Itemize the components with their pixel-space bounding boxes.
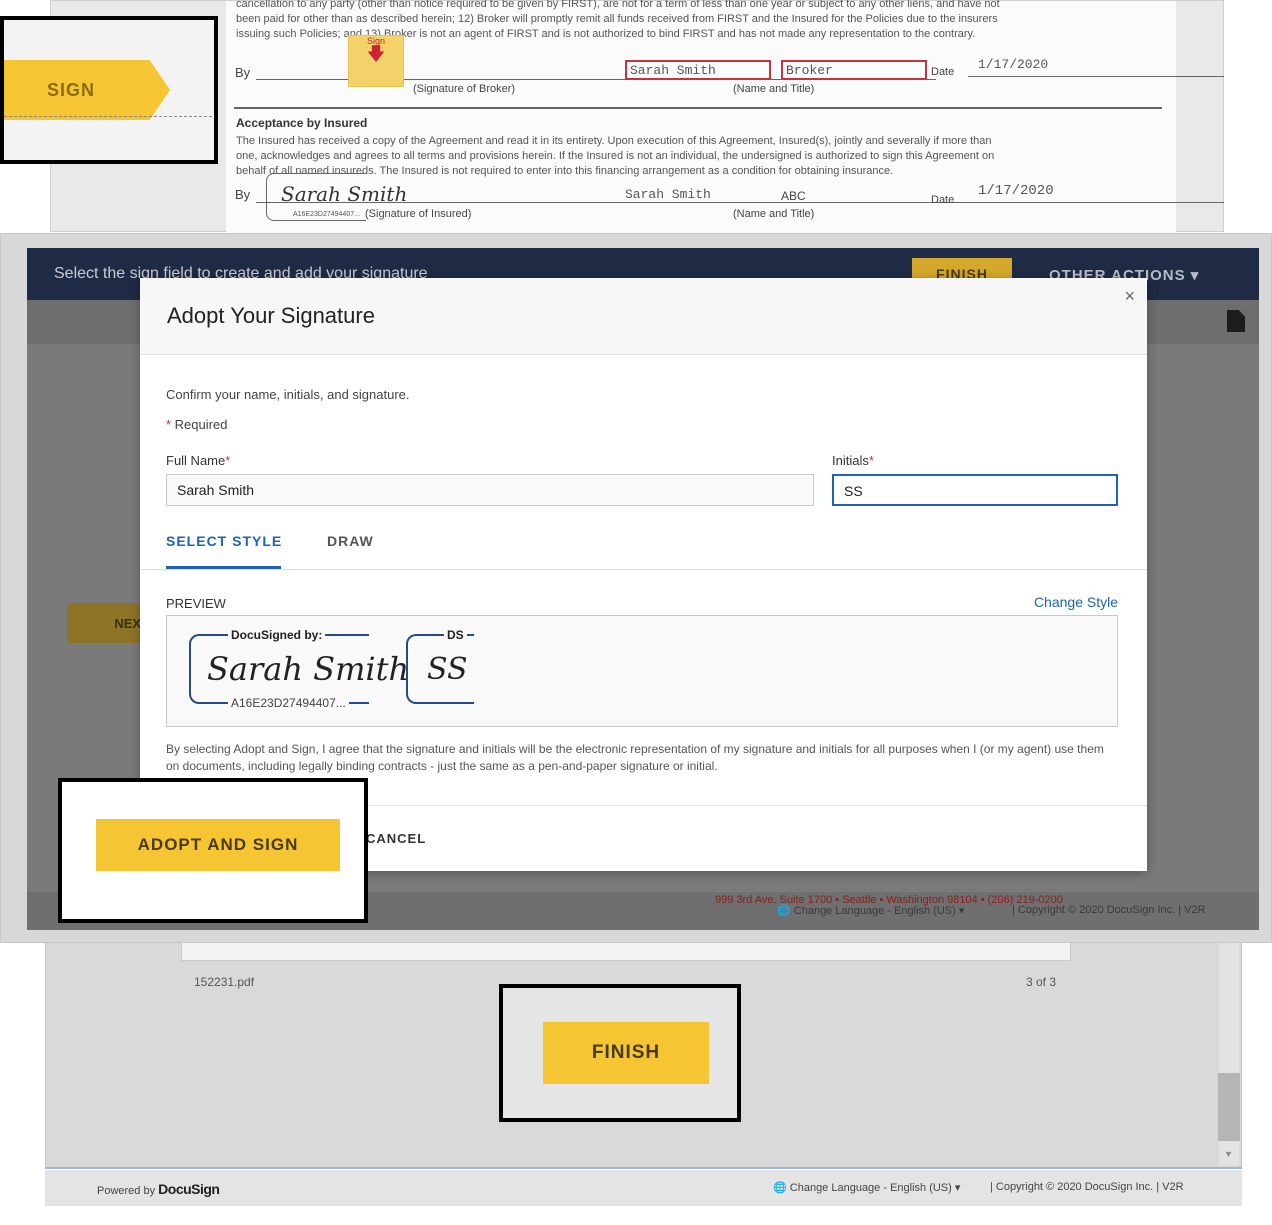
broker-name: Sarah Smith	[630, 63, 716, 78]
tab-divider	[140, 569, 1147, 570]
insured-date: 1/17/2020	[978, 183, 1054, 199]
sign-here-tag[interactable]: Sign 🡇	[348, 35, 404, 87]
adopt-and-sign-button[interactable]: ADOPT AND SIGN	[96, 819, 340, 871]
name-field[interactable]: Sarah Smith	[625, 60, 771, 80]
by-label-insured: By	[235, 187, 251, 202]
finish-button[interactable]: FINISH	[543, 1022, 709, 1084]
legal-line: been paid for other than as described he…	[236, 13, 998, 25]
page-counter: 3 of 3	[1026, 975, 1057, 989]
down-arrow-icon: 🡇	[366, 44, 386, 64]
date-label-insured: Date	[931, 194, 955, 206]
initials-label: Initials*	[832, 453, 874, 468]
copyright-bottom: | Copyright © 2020 DocuSign Inc. | V2R	[990, 1181, 1184, 1193]
document-icon[interactable]	[1227, 310, 1245, 332]
signature-preview: DocuSigned by: Sarah Smith A16E23D274944…	[166, 615, 1118, 727]
page-edge	[181, 943, 1071, 961]
insured-signature-id: A16E23D27494407...	[293, 211, 360, 218]
finish-callout: FINISH	[499, 984, 741, 1122]
acceptance-heading: Acceptance by Insured	[236, 116, 368, 130]
change-style-link[interactable]: Change Style	[1034, 594, 1118, 610]
close-icon[interactable]: ×	[1124, 286, 1135, 307]
dialog-header: Adopt Your Signature ×	[140, 278, 1147, 355]
preview-label: PREVIEW	[166, 596, 226, 611]
initials-input[interactable]: SS	[832, 474, 1118, 506]
required-note: * Required	[166, 417, 228, 432]
adopt-and-sign-callout: ADOPT AND SIGN	[58, 778, 368, 923]
signature-preview-script: Sarah Smith	[207, 650, 410, 688]
document-excerpt: cancellation to any party (other than no…	[50, 0, 1224, 233]
tab-select-style[interactable]: SELECT STYLE	[166, 533, 282, 549]
section-divider	[234, 107, 1162, 109]
title-field[interactable]: Broker	[781, 60, 927, 80]
sign-tab[interactable]: SIGN	[4, 60, 170, 120]
file-name: 152231.pdf	[194, 975, 255, 989]
language-label-bottom: Change Language - English (US) ▾	[789, 1182, 961, 1194]
ds-label: DS	[444, 628, 467, 642]
name-and-title-caption: (Name and Title)	[733, 83, 815, 95]
date-label: Date	[931, 66, 955, 78]
docusign-logo: DocuSign	[158, 1181, 220, 1197]
sign-tab-label: SIGN	[46, 79, 95, 100]
powered-by: Powered by DocuSign	[97, 1181, 220, 1197]
insured-name: Sarah Smith	[625, 187, 711, 202]
acceptance-line: one, acknowledges and agrees to all term…	[236, 150, 995, 162]
docusigned-by-label: DocuSigned by:	[228, 628, 326, 642]
insured-signature: Sarah Smith	[281, 182, 408, 206]
signature-id: A16E23D27494407...	[228, 696, 349, 710]
page-footer: Powered by DocuSign 🌐 Change Language - …	[45, 1170, 1242, 1206]
tab-draw[interactable]: DRAW	[327, 533, 374, 549]
by-label: By	[235, 65, 251, 80]
powered-by-text: Powered by	[97, 1185, 156, 1197]
insured-signature-stamp: Sarah Smith A16E23D27494407...	[266, 173, 407, 221]
language-label: Change Language - English (US) ▾	[793, 905, 965, 917]
required-note-text: Required	[174, 417, 228, 432]
intro-text: Confirm your name, initials, and signatu…	[166, 387, 410, 402]
acceptance-line: behalf of all named insureds. The Insure…	[236, 165, 894, 177]
name-and-title-caption: (Name and Title)	[733, 208, 815, 220]
signature-of-insured-caption: (Signature of Insured)	[365, 208, 472, 220]
globe-icon: 🌐	[773, 1182, 790, 1194]
initials-label-text: Initials	[832, 453, 869, 468]
full-name-input[interactable]: Sarah Smith	[166, 474, 814, 506]
initials-preview-script: SS	[427, 652, 468, 687]
scrollbar-thumb[interactable]	[1218, 1073, 1240, 1141]
signature-of-broker-caption: (Signature of Broker)	[413, 83, 516, 95]
legal-disclaimer: By selecting Adopt and Sign, I agree tha…	[166, 742, 1104, 773]
legal-line: cancellation to any party (other than no…	[236, 0, 1000, 10]
change-language-menu-bottom[interactable]: 🌐 Change Language - English (US) ▾	[773, 1181, 960, 1194]
footer-copyright: | Copyright © 2020 DocuSign Inc. | V2R	[1012, 904, 1206, 916]
change-language-menu[interactable]: 🌐 Change Language - English (US) ▾	[777, 904, 964, 917]
cancel-button[interactable]: CANCEL	[366, 831, 426, 846]
full-name-label-text: Full Name	[166, 453, 226, 468]
dashed-guide	[4, 116, 214, 117]
globe-icon: 🌐	[777, 905, 794, 917]
scroll-down-arrow-icon[interactable]: ▼	[1224, 1149, 1233, 1159]
full-name-label: Full Name*	[166, 453, 231, 468]
broker-title: Broker	[786, 63, 833, 78]
acceptance-line: The Insured has received a copy of the A…	[236, 135, 992, 147]
sign-tab-callout: SIGN	[0, 16, 218, 164]
insured-title: ABC	[781, 189, 806, 203]
dialog-title: Adopt Your Signature	[167, 303, 375, 328]
date-line	[968, 76, 1224, 77]
date-value: 1/17/2020	[978, 57, 1049, 72]
